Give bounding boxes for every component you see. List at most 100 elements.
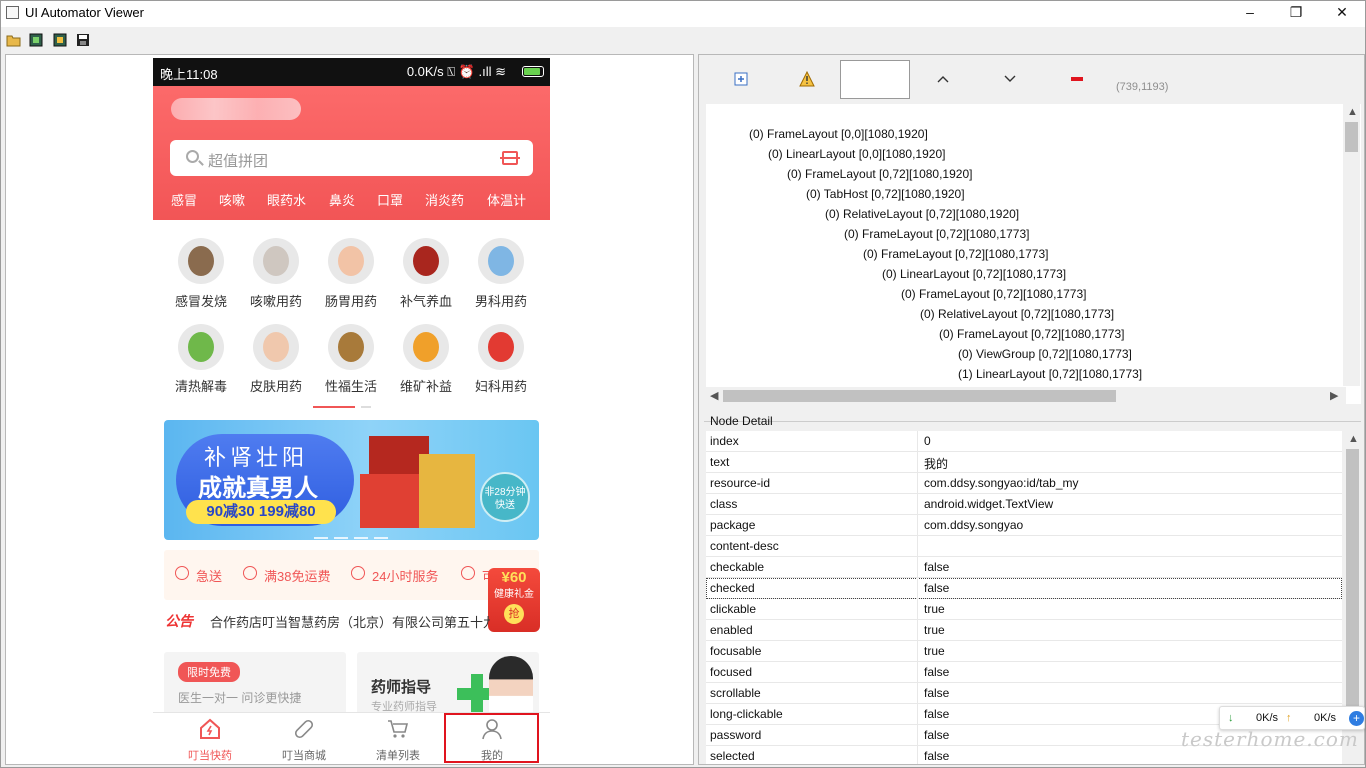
banner-line2: 成就真男人 [198, 475, 318, 502]
clear-icon[interactable] [1069, 71, 1085, 87]
check-circle-icon [351, 566, 365, 580]
tree-vertical-scrollbar[interactable]: ▲ [1343, 104, 1360, 386]
chevron-down-icon[interactable] [1002, 71, 1018, 87]
detail-row[interactable]: enabled true [706, 620, 1342, 641]
detail-value: false [924, 560, 950, 574]
category-sex-icon[interactable] [328, 324, 374, 370]
keyword-chip[interactable]: 鼻炎 [329, 190, 355, 209]
category-vitamin-icon[interactable] [403, 324, 449, 370]
gift-coupon[interactable]: ¥60 健康礼金 抢 [488, 568, 540, 632]
tree-node[interactable]: (0) ViewGroup [0,72][1080,1773] [958, 347, 1132, 361]
detail-row[interactable]: checkable false [706, 557, 1342, 578]
tree-node[interactable]: (0) FrameLayout [0,72][1080,1773] [939, 327, 1124, 341]
detail-row[interactable]: content-desc [706, 536, 1342, 557]
tree-node[interactable]: (1) LinearLayout [0,72][1080,1773] [958, 367, 1142, 381]
scroll-up-arrow[interactable]: ▲ [1348, 433, 1359, 445]
scroll-thumb[interactable] [723, 390, 1116, 402]
check-circle-icon [461, 566, 475, 580]
download-speed: 0K/s [1256, 712, 1279, 724]
column-divider [917, 620, 918, 641]
tab-dingdang-quick[interactable]: 叮当快药 [163, 713, 257, 763]
add-icon[interactable]: + [1349, 711, 1364, 726]
detail-row[interactable]: focusable true [706, 641, 1342, 662]
category-skin-icon[interactable] [253, 324, 299, 370]
tree-node[interactable]: (0) FrameLayout [0,72][1080,1773] [863, 247, 1048, 261]
keyword-chip[interactable]: 体温计 [487, 190, 526, 209]
keyword-chip[interactable]: 感冒 [171, 190, 197, 209]
detail-row[interactable]: package com.ddsy.songyao [706, 515, 1342, 536]
open-folder-icon[interactable] [6, 32, 22, 48]
detail-row[interactable]: clickable true [706, 599, 1342, 620]
detail-row[interactable]: class android.widget.TextView [706, 494, 1342, 515]
chevron-up-icon[interactable] [935, 71, 951, 87]
tree-node[interactable]: (0) LinearLayout [0,0][1080,1920] [768, 147, 945, 161]
expand-all-icon[interactable] [733, 71, 749, 87]
search-field[interactable] [840, 60, 910, 99]
hierarchy-tree[interactable]: (0) FrameLayout [0,0][1080,1920] (0) Lin… [706, 104, 1361, 404]
category-label: 补气养血 [399, 294, 452, 309]
notice-text[interactable]: 合作药店叮当智慧药房（北京）有限公司第五十九 [210, 612, 490, 631]
tree-node[interactable]: (0) FrameLayout [0,72][1080,1920] [787, 167, 972, 181]
scroll-right-arrow[interactable]: ▶ [1330, 389, 1338, 402]
tree-node[interactable]: (0) RelativeLayout [0,72][1080,1920] [825, 207, 1019, 221]
tree-node[interactable]: (0) FrameLayout [0,72][1080,1773] [844, 227, 1029, 241]
detail-row[interactable]: index 0 [706, 431, 1342, 452]
device-screenshot-icon[interactable] [28, 32, 44, 48]
tab-shopping-list[interactable]: 清单列表 [351, 713, 445, 763]
category-women-icon[interactable] [478, 324, 524, 370]
promo-banner[interactable]: 补肾壮阳 成就真男人 90减30 199减80 非28分钟快送 [164, 420, 539, 540]
keyword-chip[interactable]: 口罩 [377, 190, 403, 209]
detail-value: false [924, 686, 950, 700]
detail-key: password [710, 728, 762, 742]
detail-value: true [924, 623, 945, 637]
tree-node[interactable]: (0) RelativeLayout [0,72][1080,1773] [920, 307, 1114, 321]
tree-horizontal-scrollbar[interactable]: ◀ ▶ [706, 387, 1346, 404]
category-blood-icon[interactable] [403, 238, 449, 284]
column-divider [917, 683, 918, 704]
category-male-icon[interactable] [478, 238, 524, 284]
keyword-chip[interactable]: 咳嗽 [219, 190, 245, 209]
maximize-button[interactable]: ❐ [1273, 1, 1319, 25]
tree-node[interactable]: (0) LinearLayout [0,72][1080,1773] [882, 267, 1066, 281]
category-detox-icon[interactable] [178, 324, 224, 370]
tab-dingdang-mall[interactable]: 叮当商城 [257, 713, 351, 763]
tree-node[interactable]: (0) FrameLayout [0,72][1080,1773] [901, 287, 1086, 301]
banner-discount: 90减30 199减80 [186, 500, 336, 524]
keyword-chip[interactable]: 眼药水 [267, 190, 306, 209]
status-bar: 晚上11:08 0.0K/s ⍂ ⏰ .ıll ≋ [153, 58, 550, 86]
tree-node[interactable]: (0) FrameLayout [0,0][1080,1920] [749, 127, 928, 141]
category-stomach-icon[interactable] [328, 238, 374, 284]
tree-node[interactable]: (0) TabHost [0,72][1080,1920] [806, 187, 965, 201]
device-screenshot[interactable]: 晚上11:08 0.0K/s ⍂ ⏰ .ıll ≋ 超值拼团 感冒 咳嗽 眼药水… [153, 58, 550, 763]
detail-row[interactable]: checked false [706, 578, 1342, 599]
save-icon[interactable] [75, 32, 91, 48]
scroll-left-arrow[interactable]: ◀ [710, 389, 718, 402]
service-item: 24小时服务 [372, 569, 439, 584]
title-bar: UI Automator Viewer – ❐ ✕ [1, 1, 1365, 27]
detail-row[interactable]: scrollable false [706, 683, 1342, 704]
node-detail-title: Node Detail [710, 414, 773, 428]
detail-value: false [924, 581, 950, 595]
category-label: 感冒发烧 [174, 294, 227, 309]
close-button[interactable]: ✕ [1319, 1, 1365, 25]
detail-row[interactable]: resource-id com.ddsy.songyao:id/tab_my [706, 473, 1342, 494]
detail-value: false [924, 749, 950, 763]
category-cold-icon[interactable] [178, 238, 224, 284]
window-title: UI Automator Viewer [25, 5, 144, 20]
download-arrow-icon: ↓ [1228, 712, 1234, 724]
notice-tag: 公告 [165, 613, 193, 629]
detail-row[interactable]: focused false [706, 662, 1342, 683]
scroll-up-arrow[interactable]: ▲ [1347, 106, 1358, 118]
page-indicator-inactive [361, 406, 371, 408]
keyword-chip[interactable]: 消炎药 [425, 190, 464, 209]
scan-icon[interactable] [500, 151, 520, 165]
minimize-button[interactable]: – [1227, 1, 1273, 25]
device-screenshot-compressed-icon[interactable] [52, 32, 68, 48]
warning-icon[interactable] [799, 71, 815, 87]
scroll-thumb[interactable] [1345, 122, 1358, 152]
scroll-thumb[interactable] [1346, 449, 1359, 719]
column-divider [917, 746, 918, 764]
detail-row[interactable]: text 我的 [706, 452, 1342, 473]
category-cough-icon[interactable] [253, 238, 299, 284]
search-bar[interactable]: 超值拼团 [170, 140, 533, 176]
